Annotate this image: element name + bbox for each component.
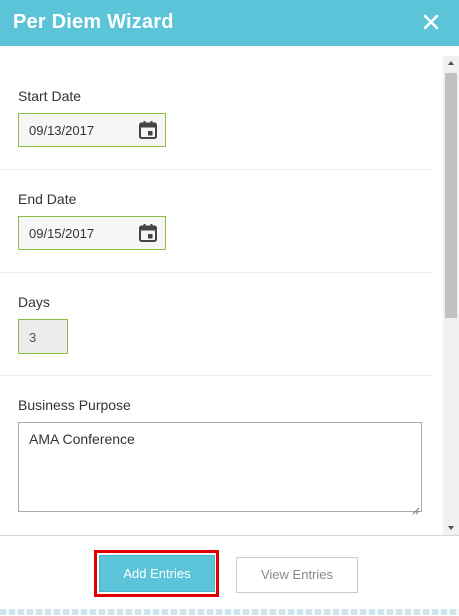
view-entries-button[interactable]: View Entries (236, 557, 358, 593)
scroll-down-arrow-icon[interactable] (443, 521, 459, 535)
business-purpose-section: Business Purpose AMA Conference (0, 375, 433, 535)
days-section: Days 3 (0, 272, 433, 376)
business-purpose-textarea[interactable]: AMA Conference (18, 422, 422, 515)
business-purpose-label: Business Purpose (18, 397, 131, 413)
close-button[interactable] (421, 12, 441, 32)
vertical-scrollbar[interactable] (443, 56, 459, 535)
resize-grip-icon[interactable] (412, 502, 420, 515)
start-date-label: Start Date (18, 88, 82, 104)
dialog-header: Per Diem Wizard (0, 0, 459, 46)
add-entries-button[interactable]: Add Entries (99, 555, 215, 592)
start-date-value: 09/13/2017 (29, 123, 95, 138)
start-date-field[interactable]: 09/13/2017 (18, 113, 166, 147)
business-purpose-value: AMA Conference (29, 431, 135, 447)
scroll-up-arrow-icon[interactable] (443, 56, 459, 70)
dialog-title: Per Diem Wizard (13, 11, 174, 33)
start-date-section: Start Date 09/13/2017 (0, 56, 433, 170)
dialog-footer: Add Entries View Entries (0, 535, 459, 616)
scrollbar-thumb[interactable] (445, 73, 457, 318)
end-date-label: End Date (18, 191, 77, 207)
end-date-section: End Date 09/15/2017 (0, 169, 433, 273)
close-icon (423, 14, 439, 30)
dialog-body: Start Date 09/13/2017 End Date 09/15/201… (0, 56, 443, 535)
days-field: 3 (18, 319, 68, 354)
days-label: Days (18, 294, 50, 310)
end-date-field[interactable]: 09/15/2017 (18, 216, 166, 250)
calendar-icon[interactable] (138, 120, 158, 140)
background-page-strip (0, 609, 459, 615)
calendar-icon[interactable] (138, 223, 158, 243)
days-value: 3 (29, 330, 37, 345)
end-date-value: 09/15/2017 (29, 226, 95, 241)
